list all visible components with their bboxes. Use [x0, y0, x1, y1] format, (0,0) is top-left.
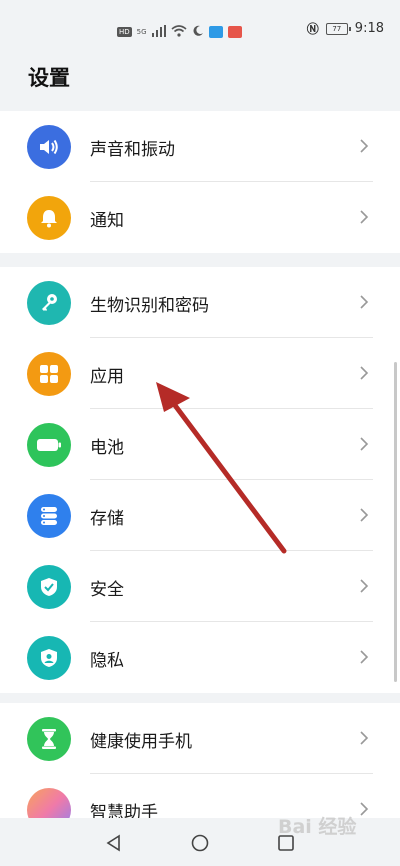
chevron-right-icon: [360, 650, 369, 664]
signal-icon: [151, 22, 166, 41]
settings-item-label: 安全: [90, 580, 124, 600]
settings-item-notifications[interactable]: 通知: [0, 182, 400, 253]
settings-item-privacy[interactable]: 隐私: [0, 622, 400, 693]
settings-item-label: 声音和振动: [90, 140, 175, 160]
settings-item-label: 隐私: [90, 651, 124, 671]
scrollbar[interactable]: [394, 362, 397, 682]
wifi-icon: [171, 22, 187, 41]
chevron-right-icon: [360, 579, 369, 593]
settings-group-main: 生物识别和密码 应用 电池 存储 安全 隐私: [0, 267, 400, 693]
signal-label: 5G: [136, 27, 147, 36]
clock: 9:18: [354, 21, 384, 36]
status-right: Ⓝ 77 9:18: [307, 20, 384, 37]
battery-icon: [27, 423, 71, 467]
watermark: Bai 经验: [278, 816, 357, 838]
hd-indicator: HD: [117, 26, 132, 37]
chevron-right-icon: [360, 366, 369, 380]
chevron-right-icon: [360, 210, 369, 224]
settings-item-battery[interactable]: 电池: [0, 409, 400, 480]
back-icon[interactable]: [105, 834, 123, 852]
chevron-right-icon: [360, 139, 369, 153]
settings-item-label: 存储: [90, 509, 124, 529]
app-notification-icon: [208, 25, 223, 38]
hourglass-icon: [27, 717, 71, 761]
page-title: 设置: [28, 66, 70, 90]
assistant-icon: [27, 788, 71, 818]
settings-item-label: 智慧助手: [90, 803, 158, 818]
settings-item-security[interactable]: 安全: [0, 551, 400, 622]
key-icon: [27, 281, 71, 325]
home-icon[interactable]: [191, 834, 209, 852]
chevron-right-icon: [360, 508, 369, 522]
settings-group-sound-notify: 声音和振动 通知: [0, 111, 400, 253]
settings-item-label: 应用: [90, 367, 124, 387]
storage-icon: [27, 494, 71, 538]
nfc-icon: Ⓝ: [306, 22, 319, 36]
settings-item-label: 健康使用手机: [90, 732, 192, 752]
speaker-icon: [27, 125, 71, 169]
chevron-right-icon: [360, 295, 369, 309]
moon-icon: [192, 22, 204, 41]
chevron-right-icon: [360, 437, 369, 451]
settings-item-digital-balance[interactable]: 健康使用手机: [0, 703, 400, 774]
settings-group-wellbeing: 健康使用手机 智慧助手: [0, 703, 400, 818]
settings-item-biometrics[interactable]: 生物识别和密码: [0, 267, 400, 338]
status-icons: HD 5G: [117, 22, 242, 41]
settings-item-label: 生物识别和密码: [90, 296, 209, 316]
battery-icon: 77: [325, 22, 351, 35]
settings-item-sound[interactable]: 声音和振动: [0, 111, 400, 182]
settings-item-label: 通知: [90, 211, 124, 231]
settings-item-storage[interactable]: 存储: [0, 480, 400, 551]
shield-check-icon: [27, 565, 71, 609]
apps-grid-icon: [27, 352, 71, 396]
bell-icon: [27, 196, 71, 240]
privacy-icon: [27, 636, 71, 680]
settings-item-label: 电池: [90, 438, 124, 458]
settings-item-apps[interactable]: 应用: [0, 338, 400, 409]
status-bar: HD 5G Ⓝ 77 9:18: [0, 0, 400, 60]
chevron-right-icon: [360, 731, 369, 745]
chevron-right-icon: [360, 802, 369, 816]
app-notification-icon-2: [227, 25, 242, 38]
